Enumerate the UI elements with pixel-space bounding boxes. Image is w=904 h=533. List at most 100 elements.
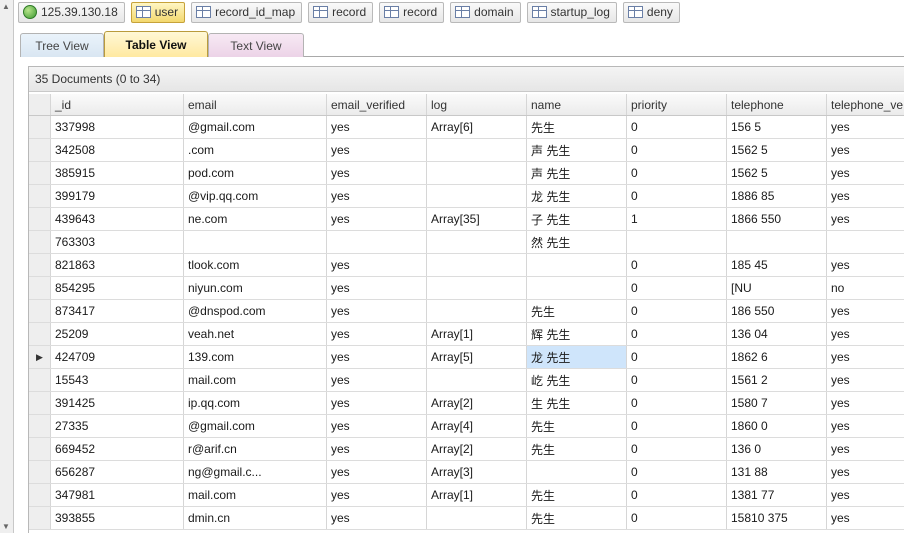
telephone-cell[interactable]: 1562 5	[727, 139, 827, 161]
tab-deny[interactable]: deny	[622, 1, 680, 23]
id-cell[interactable]: 27335	[51, 415, 184, 437]
id-cell[interactable]: 393855	[51, 507, 184, 529]
telephone-cell[interactable]: [NU	[727, 277, 827, 299]
telephone-cell[interactable]: 1886 85	[727, 185, 827, 207]
telephone-verified-cell[interactable]: yes	[827, 162, 904, 184]
priority-cell[interactable]	[627, 231, 727, 253]
email-cell[interactable]: @gmail.com	[184, 415, 327, 437]
priority-cell[interactable]: 0	[627, 461, 727, 483]
column-header-priority[interactable]: priority	[627, 94, 727, 115]
telephone-cell[interactable]: 185 45	[727, 254, 827, 276]
email-cell[interactable]	[184, 231, 327, 253]
email-verified-cell[interactable]: yes	[327, 392, 427, 414]
tab-server[interactable]: 125.39.130.18	[18, 1, 125, 23]
priority-cell[interactable]: 0	[627, 369, 727, 391]
telephone-cell[interactable]: 186 550	[727, 300, 827, 322]
email-cell[interactable]: r@arif.cn	[184, 438, 327, 460]
telephone-verified-cell[interactable]: yes	[827, 116, 904, 138]
telephone-verified-cell[interactable]: no	[827, 277, 904, 299]
log-cell[interactable]	[427, 231, 527, 253]
telephone-cell[interactable]: 1561 2	[727, 369, 827, 391]
tab-table-view[interactable]: Table View	[104, 31, 208, 57]
email-verified-cell[interactable]: yes	[327, 346, 427, 368]
log-cell[interactable]	[427, 369, 527, 391]
telephone-verified-cell[interactable]: yes	[827, 438, 904, 460]
column-header-email[interactable]: email	[184, 94, 327, 115]
id-cell[interactable]: 342508	[51, 139, 184, 161]
email-verified-cell[interactable]: yes	[327, 277, 427, 299]
name-cell[interactable]	[527, 461, 627, 483]
email-cell[interactable]: dmin.cn	[184, 507, 327, 529]
id-cell[interactable]: 821863	[51, 254, 184, 276]
telephone-cell[interactable]: 15810 375	[727, 507, 827, 529]
table-row[interactable]: 439643 ne.com yes Array[35] 子 先生 1 1866 550 y…	[29, 208, 904, 231]
email-cell[interactable]: 139.com	[184, 346, 327, 368]
table-row[interactable]: 399179 @vip.qq.com yes 龙 先生 0 1886 85 yes	[29, 185, 904, 208]
table-row[interactable]: 821863 tlook.com yes 0 185 45 yes	[29, 254, 904, 277]
email-cell[interactable]: @dnspod.com	[184, 300, 327, 322]
log-cell[interactable]	[427, 185, 527, 207]
email-cell[interactable]: ip.qq.com	[184, 392, 327, 414]
name-cell[interactable]: 生 先生	[527, 392, 627, 414]
log-cell[interactable]: Array[3]	[427, 461, 527, 483]
log-cell[interactable]	[427, 507, 527, 529]
email-cell[interactable]: niyun.com	[184, 277, 327, 299]
name-cell[interactable]: 子 先生	[527, 208, 627, 230]
table-row[interactable]: 391425 ip.qq.com yes Array[2] 生 先生 0 1580 7y…	[29, 392, 904, 415]
name-cell[interactable]: 然 先生	[527, 231, 627, 253]
id-cell[interactable]: 385915	[51, 162, 184, 184]
column-header-id[interactable]: _id	[51, 94, 184, 115]
priority-cell[interactable]: 0	[627, 139, 727, 161]
name-cell[interactable]: 声 先生	[527, 139, 627, 161]
row-selector[interactable]	[29, 185, 51, 207]
table-row[interactable]: 763303 然 先生	[29, 231, 904, 254]
email-cell[interactable]: mail.com	[184, 369, 327, 391]
telephone-cell[interactable]: 1862 6	[727, 346, 827, 368]
name-cell[interactable]: 龙 先生	[527, 185, 627, 207]
id-cell[interactable]: 25209	[51, 323, 184, 345]
row-selector[interactable]	[29, 254, 51, 276]
id-cell[interactable]: 15543	[51, 369, 184, 391]
tab-domain[interactable]: domain	[450, 1, 521, 23]
row-selector[interactable]	[29, 369, 51, 391]
log-cell[interactable]: Array[2]	[427, 392, 527, 414]
priority-cell[interactable]: 0	[627, 507, 727, 529]
row-selector[interactable]	[29, 139, 51, 161]
email-cell[interactable]: mail.com	[184, 484, 327, 506]
tab-record[interactable]: record	[308, 1, 374, 23]
id-cell[interactable]: 424709	[51, 346, 184, 368]
log-cell[interactable]: Array[5]	[427, 346, 527, 368]
row-selector[interactable]	[29, 208, 51, 230]
log-cell[interactable]	[427, 162, 527, 184]
telephone-verified-cell[interactable]: yes	[827, 323, 904, 345]
telephone-cell[interactable]: 1860 0	[727, 415, 827, 437]
telephone-verified-cell[interactable]: yes	[827, 507, 904, 529]
row-selector[interactable]	[29, 438, 51, 460]
priority-cell[interactable]: 0	[627, 323, 727, 345]
id-cell[interactable]: 656287	[51, 461, 184, 483]
current-row-indicator-icon[interactable]: ▶	[29, 346, 51, 368]
email-verified-cell[interactable]: yes	[327, 323, 427, 345]
table-row[interactable]: 337998 @gmail.com yes Array[6] 先生 0 156 5 yes	[29, 116, 904, 139]
email-verified-cell[interactable]	[327, 231, 427, 253]
name-cell[interactable]: 先生	[527, 415, 627, 437]
priority-cell[interactable]: 0	[627, 392, 727, 414]
telephone-verified-cell[interactable]: yes	[827, 346, 904, 368]
tab-text-view[interactable]: Text View	[208, 33, 304, 57]
telephone-verified-cell[interactable]	[827, 231, 904, 253]
id-cell[interactable]: 399179	[51, 185, 184, 207]
telephone-cell[interactable]	[727, 231, 827, 253]
name-cell[interactable]	[527, 277, 627, 299]
log-cell[interactable]	[427, 254, 527, 276]
row-selector[interactable]	[29, 507, 51, 529]
telephone-verified-cell[interactable]: yes	[827, 369, 904, 391]
row-selector[interactable]	[29, 484, 51, 506]
telephone-cell[interactable]: 1381 77	[727, 484, 827, 506]
scroll-down-icon[interactable]: ▼	[2, 522, 10, 531]
table-row[interactable]: 393855 dmin.cn yes 先生 0 15810 375 yes	[29, 507, 904, 530]
table-row[interactable]: 27335 @gmail.com yes Array[4] 先生 0 1860 0 yes	[29, 415, 904, 438]
scroll-up-icon[interactable]: ▲	[2, 2, 10, 11]
log-cell[interactable]: Array[1]	[427, 484, 527, 506]
log-cell[interactable]	[427, 139, 527, 161]
email-verified-cell[interactable]: yes	[327, 507, 427, 529]
